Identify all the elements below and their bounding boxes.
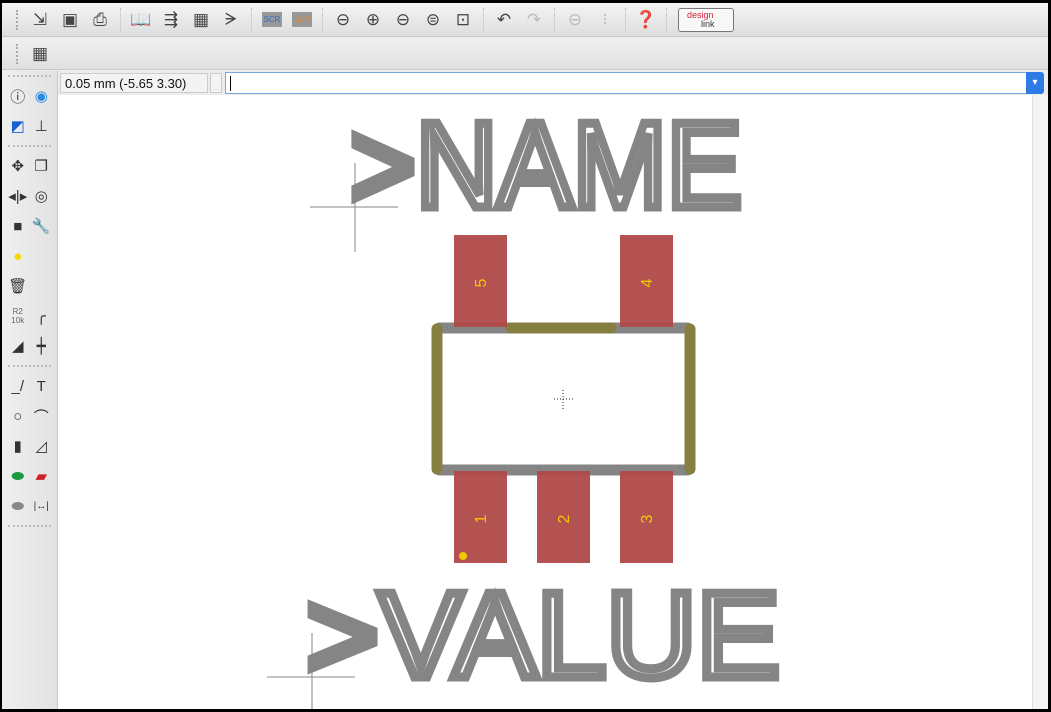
info-icon[interactable]: ⓘ — [7, 85, 29, 107]
zoom-redraw-icon[interactable]: ⊜ — [420, 7, 446, 33]
wire-icon[interactable]: _/ — [7, 375, 29, 397]
toolbar-grip[interactable] — [16, 9, 19, 30]
pad-label-3: 3 — [639, 514, 656, 523]
text-icon[interactable]: T — [30, 375, 52, 397]
pad-label-2: 2 — [556, 514, 573, 523]
smash-icon[interactable]: ◢ — [7, 335, 29, 357]
rotate-icon[interactable]: ◎ — [30, 185, 52, 207]
miter-icon[interactable]: ╭ — [30, 305, 52, 327]
mirror-icon[interactable]: ◂|▸ — [7, 185, 29, 207]
pin1-marker — [459, 552, 467, 560]
designlink-bottom: link — [701, 18, 715, 29]
name-value-icon[interactable]: R2 10k — [7, 305, 29, 327]
gate-icon[interactable]: ᗒ — [218, 7, 244, 33]
circle-icon[interactable]: ○ — [7, 405, 29, 427]
r2-label: R2 — [12, 307, 23, 316]
print-icon[interactable]: ⎙ — [87, 7, 113, 33]
pad-label-1: 1 — [473, 514, 490, 523]
zoom-out-icon[interactable]: ⊖ — [390, 7, 416, 33]
move-icon[interactable]: ✥ — [7, 155, 29, 177]
stop-icon[interactable]: ⊖ — [562, 7, 588, 33]
library-icon[interactable]: 📖 — [128, 7, 154, 33]
designlink-button[interactable]: design link — [678, 7, 734, 32]
hole-icon[interactable]: ⬬ — [7, 495, 29, 517]
command-history-dropdown[interactable]: ▾ — [1026, 72, 1044, 94]
10k-label: 10k — [11, 316, 25, 325]
script-label: SCR — [261, 12, 283, 27]
ulp-label: ULP — [292, 12, 312, 27]
ulp-button[interactable]: ULP — [289, 7, 315, 33]
save-icon[interactable]: ▣ — [57, 7, 83, 33]
command-bar: 0.05 mm (-5.65 3.30) ▾ — [58, 71, 1048, 95]
change-wrench-icon[interactable]: 🔧 — [30, 215, 52, 237]
open-icon[interactable]: ⇲ — [27, 7, 53, 33]
display-layers-icon[interactable]: ◩ — [7, 115, 29, 137]
pad-label-5: 5 — [473, 278, 490, 287]
copy-icon[interactable]: ❐ — [30, 155, 52, 177]
grid-icon[interactable]: ▦ — [27, 41, 53, 67]
zoom-select-icon[interactable]: ⊡ — [450, 7, 476, 33]
command-input[interactable] — [225, 72, 1030, 94]
redo-icon[interactable]: ↷ — [521, 7, 547, 33]
eagle-package-editor: ⇲ ▣ ⎙ 📖 ⇶ ▦ ᗒ SCR ULP ⊖ ⊕ ⊖ ⊜ ⊡ ↶ ↷ ⊖ ⁝ … — [2, 3, 1048, 709]
script-button[interactable]: SCR — [259, 7, 285, 33]
smd-icon[interactable]: ▰ — [30, 465, 52, 487]
polygon-icon[interactable]: ◿ — [30, 435, 52, 457]
coordinate-display: 0.05 mm (-5.65 3.30) — [60, 73, 208, 93]
grid-toolbar: ▦ — [2, 38, 1048, 70]
undo-icon[interactable]: ↶ — [491, 7, 517, 33]
go-icon[interactable]: ⁝ — [592, 7, 618, 33]
mark-icon[interactable]: ⊥ — [30, 115, 52, 137]
toolbar-grip[interactable] — [16, 43, 19, 64]
delete-icon[interactable]: 🗑 — [7, 275, 29, 297]
center-origin-cross — [554, 390, 573, 409]
zoom-in-icon[interactable]: ⊕ — [360, 7, 386, 33]
name-placeholder[interactable]: >NAME — [346, 95, 747, 238]
show-icon[interactable]: ◉ — [30, 85, 52, 107]
value-placeholder[interactable]: >VALUE — [302, 563, 785, 708]
status-box — [210, 73, 222, 93]
designlink-top: design — [687, 9, 714, 20]
ic-icon[interactable]: ▦ — [188, 7, 214, 33]
main-toolbar: ⇲ ▣ ⎙ 📖 ⇶ ▦ ᗒ SCR ULP ⊖ ⊕ ⊖ ⊜ ⊡ ↶ ↷ ⊖ ⁝ … — [2, 3, 1048, 37]
rect-icon[interactable]: ▮ — [7, 435, 29, 457]
drawing-canvas[interactable]: >NAME >VALUE 5 4 1 2 3 — [58, 95, 1032, 709]
help-icon[interactable]: ❓ — [633, 7, 659, 33]
group-icon[interactable]: ■ — [7, 215, 29, 237]
paste-icon[interactable]: ● — [7, 245, 29, 267]
split-icon[interactable]: ┿ — [30, 335, 52, 357]
dimension-icon[interactable]: |↔| — [30, 495, 52, 517]
tool-palette: ⓘ ◉ ◩ ⊥ ✥ ❐ ◂|▸ ◎ ■ 🔧 ● 🗑 R2 10k ╭ ◢ ┿ _/T ○ ⌒ ▮ ◿… — [2, 71, 58, 709]
zoom-fit-icon[interactable]: ⊖ — [330, 7, 356, 33]
pin-swap-icon[interactable]: ⇶ — [158, 7, 184, 33]
vertical-scrollbar[interactable] — [1032, 95, 1048, 709]
pad-icon[interactable]: ⬬ — [7, 465, 29, 487]
pad-label-4: 4 — [639, 278, 656, 287]
arc-icon[interactable]: ⌒ — [30, 405, 52, 427]
